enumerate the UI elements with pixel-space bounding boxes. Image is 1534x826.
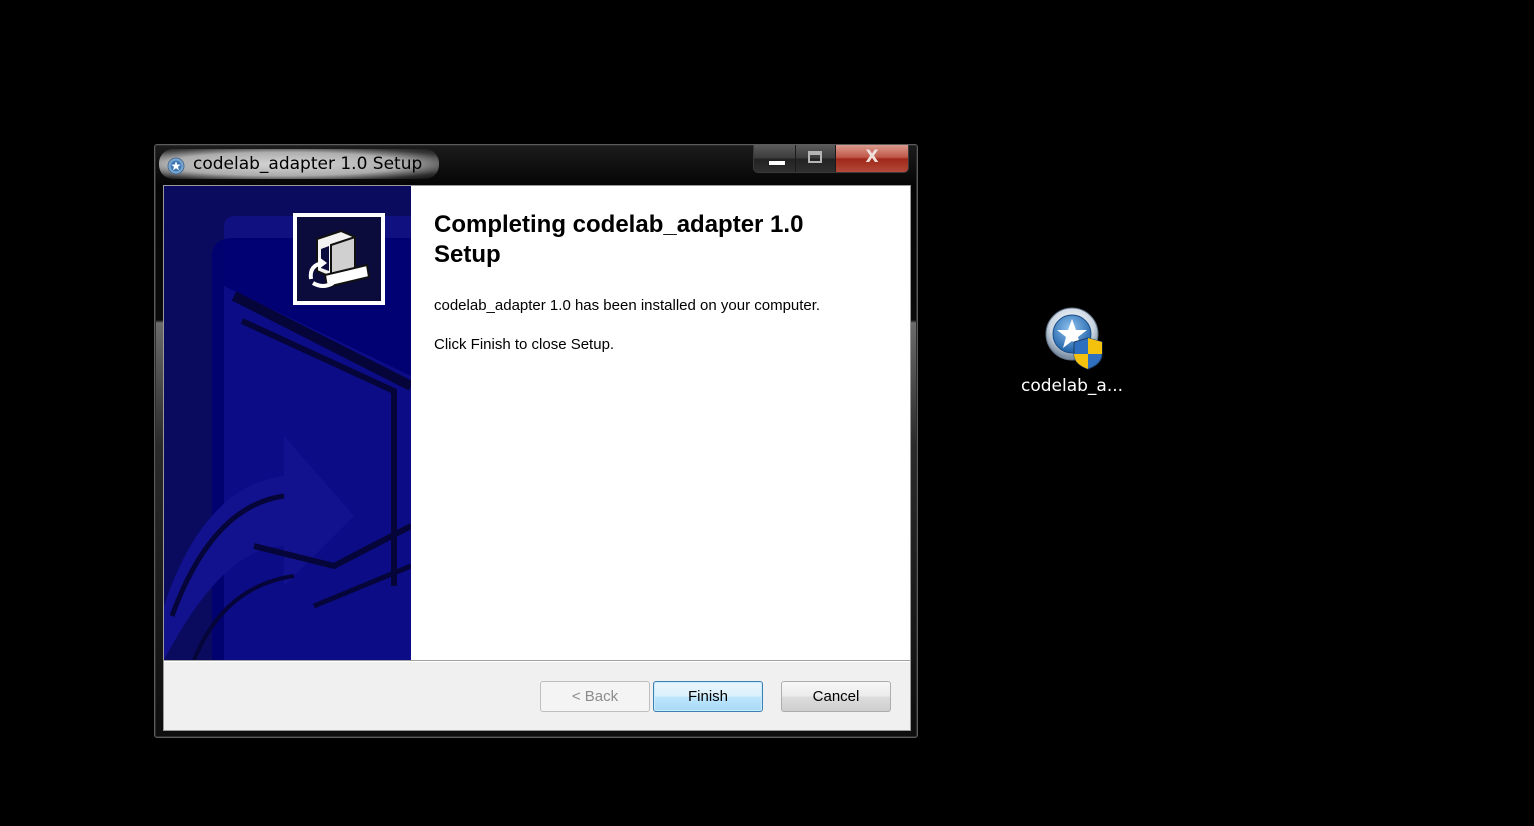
cancel-button[interactable]: Cancel <box>781 681 891 712</box>
footer-separator-highlight <box>164 661 910 662</box>
close-button[interactable]: X <box>836 145 908 172</box>
finish-button[interactable]: Finish <box>653 681 763 712</box>
finish-instruction: Click Finish to close Setup. <box>434 336 615 353</box>
desktop-shortcut-label: codelab_a... <box>1020 376 1124 396</box>
minimize-button[interactable] <box>754 145 796 172</box>
title-bar[interactable]: codelab_adapter 1.0 Setup X <box>155 145 917 185</box>
installer-shield-icon <box>1044 306 1108 370</box>
install-complete-message: codelab_adapter 1.0 has been installed o… <box>434 297 821 314</box>
window-title: codelab_adapter 1.0 Setup <box>193 154 423 174</box>
setup-window: codelab_adapter 1.0 Setup X Completing c… <box>154 144 918 738</box>
caption-buttons: X <box>753 145 909 173</box>
desktop: codelab_adapter 1.0 Setup X Completing c… <box>0 0 1534 826</box>
wizard-content: Completing codelab_adapter 1.0 Setup cod… <box>411 186 910 660</box>
maximize-icon <box>808 151 822 163</box>
maximize-button[interactable] <box>796 145 836 172</box>
desktop-shortcut[interactable]: codelab_a... <box>1012 304 1132 404</box>
installer-star-icon <box>167 157 185 175</box>
minimize-icon <box>768 160 786 166</box>
back-button[interactable]: < Back <box>540 681 650 712</box>
close-icon: X <box>865 147 879 167</box>
wizard-client-area: Completing codelab_adapter 1.0 Setup cod… <box>163 185 911 731</box>
installer-computer-icon <box>293 213 385 305</box>
wizard-banner <box>164 186 411 660</box>
wizard-heading: Completing codelab_adapter 1.0 Setup <box>434 211 804 268</box>
